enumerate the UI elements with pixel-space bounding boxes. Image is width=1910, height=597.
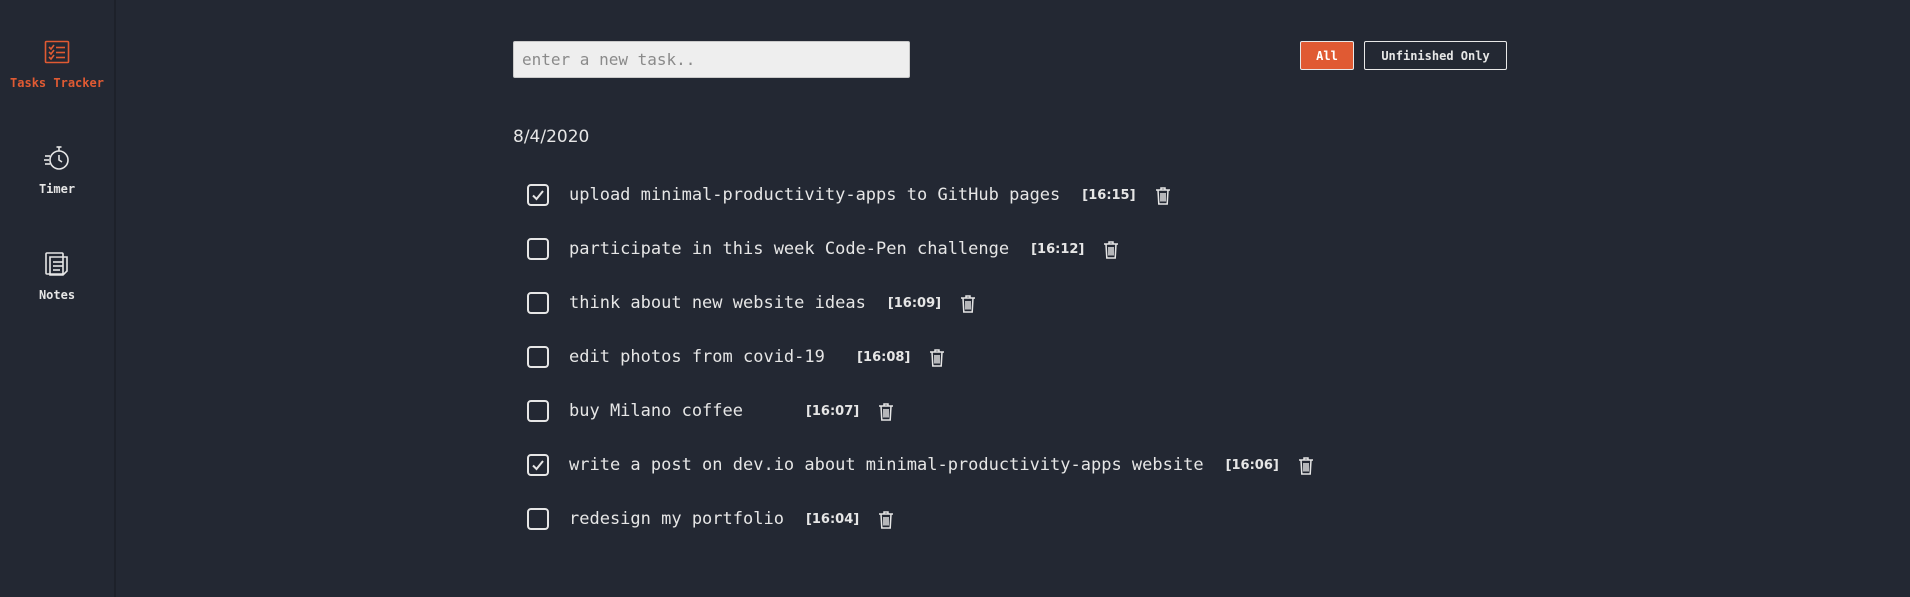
delete-task-button[interactable]: [1297, 455, 1315, 475]
task-text: redesign my portfolio: [569, 509, 784, 529]
new-task-input[interactable]: [513, 41, 910, 78]
trash-icon: [1104, 240, 1119, 259]
task-checkbox[interactable]: [527, 400, 549, 422]
task-text: edit photos from covid-19: [569, 347, 836, 367]
task-time: [16:15]: [1082, 187, 1136, 203]
delete-task-button[interactable]: [1102, 239, 1120, 259]
task-row: think about new website ideas [16:09]: [527, 276, 1315, 330]
filter-unfinished-button[interactable]: Unfinished Only: [1364, 41, 1507, 70]
filter-all-button[interactable]: All: [1300, 41, 1354, 70]
app-root: Tasks Tracker Timer Notes enter a new ta…: [0, 0, 1910, 597]
task-group-date: 8/4/2020: [513, 127, 590, 147]
sidebar-item-notes[interactable]: Notes: [0, 250, 114, 303]
trash-icon: [1155, 186, 1170, 205]
task-row: buy Milano coffee [16:07]: [527, 384, 1315, 438]
task-time: [16:12]: [1031, 241, 1085, 257]
delete-task-button[interactable]: [877, 401, 895, 421]
checkmark-icon: [532, 190, 544, 201]
checkmark-icon: [532, 460, 544, 471]
task-text: buy Milano coffee: [569, 401, 784, 421]
task-time: [16:08]: [857, 349, 911, 365]
sidebar-item-label: Notes: [38, 288, 76, 302]
delete-task-button[interactable]: [928, 347, 946, 367]
task-checkbox[interactable]: [527, 292, 549, 314]
task-text: think about new website ideas: [569, 293, 866, 313]
task-list: upload minimal-productivity-apps to GitH…: [527, 168, 1315, 546]
trash-icon: [1298, 456, 1313, 475]
sidebar-item-tasks-tracker[interactable]: Tasks Tracker: [0, 38, 114, 91]
task-text: upload minimal-productivity-apps to GitH…: [569, 185, 1061, 205]
checklist-icon: [43, 38, 71, 66]
trash-icon: [961, 294, 976, 313]
delete-task-button[interactable]: [877, 509, 895, 529]
sidebar-item-timer[interactable]: Timer: [0, 144, 114, 197]
task-checkbox[interactable]: [527, 238, 549, 260]
task-text: write a post on dev.io about minimal-pro…: [569, 455, 1204, 475]
delete-task-button[interactable]: [1154, 185, 1172, 205]
task-checkbox[interactable]: [527, 184, 549, 206]
sidebar: Tasks Tracker Timer Notes: [0, 0, 116, 597]
task-time: [16:06]: [1225, 457, 1279, 473]
task-row: write a post on dev.io about minimal-pro…: [527, 438, 1315, 492]
notes-icon: [43, 250, 71, 278]
delete-task-button[interactable]: [959, 293, 977, 313]
task-checkbox[interactable]: [527, 346, 549, 368]
trash-icon: [879, 510, 894, 529]
task-time: [16:07]: [805, 403, 860, 419]
trash-icon: [879, 402, 894, 421]
task-checkbox[interactable]: [527, 454, 549, 476]
task-row: edit photos from covid-19 [16:08]: [527, 330, 1315, 384]
sidebar-item-label: Timer: [38, 182, 76, 196]
task-time: [16:09]: [887, 295, 942, 311]
task-row: participate in this week Code-Pen challe…: [527, 222, 1315, 276]
trash-icon: [930, 348, 945, 367]
task-row: redesign my portfolio [16:04]: [527, 492, 1315, 546]
task-text: participate in this week Code-Pen challe…: [569, 239, 1010, 259]
task-row: upload minimal-productivity-apps to GitH…: [527, 168, 1315, 222]
task-time: [16:04]: [805, 511, 860, 527]
task-checkbox[interactable]: [527, 508, 549, 530]
stopwatch-icon: [43, 144, 71, 172]
sidebar-item-label: Tasks Tracker: [10, 76, 104, 90]
